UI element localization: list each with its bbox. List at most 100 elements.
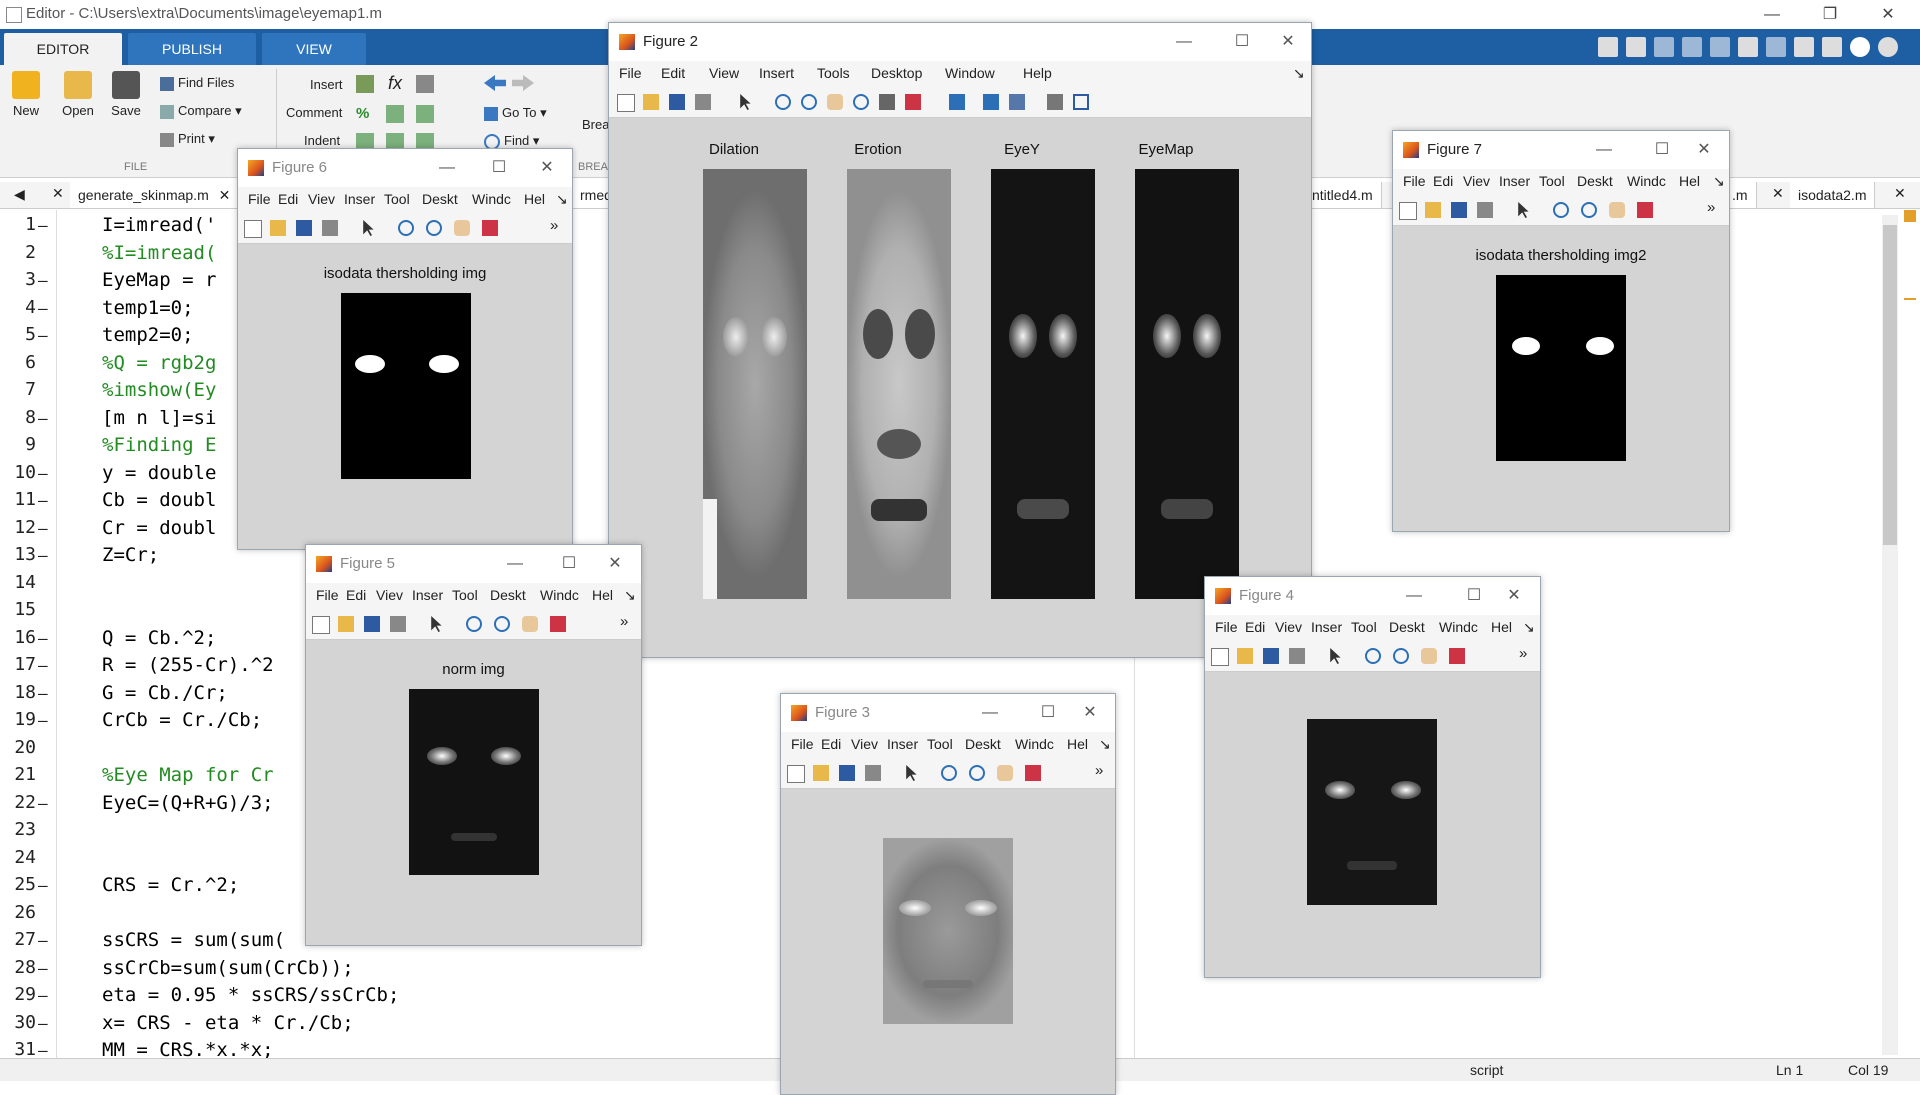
copy-icon[interactable] bbox=[1682, 37, 1702, 57]
figure-4-title-bar[interactable]: Figure 4 — ☐ ✕ bbox=[1205, 577, 1540, 615]
breakpoint-marker[interactable]: – bbox=[38, 959, 48, 978]
print-figure-icon[interactable] bbox=[1289, 648, 1305, 664]
zoom-out-icon[interactable] bbox=[969, 765, 985, 781]
menu-file[interactable]: File bbox=[791, 736, 814, 752]
breakpoint-marker[interactable]: – bbox=[38, 629, 48, 648]
tab-view[interactable]: VIEW bbox=[262, 33, 366, 65]
save-figure-icon[interactable] bbox=[364, 616, 380, 632]
figure-7-title-bar[interactable]: Figure 7 — ☐ ✕ bbox=[1393, 131, 1729, 169]
print-figure-icon[interactable] bbox=[322, 220, 338, 236]
menu-file[interactable]: File bbox=[248, 191, 271, 207]
insert-button[interactable]: Insert bbox=[310, 77, 343, 92]
menu-insert[interactable]: Inser bbox=[887, 736, 918, 752]
pan-hand-icon[interactable] bbox=[454, 220, 470, 236]
paste-icon[interactable] bbox=[1710, 37, 1730, 57]
open-file-icon[interactable] bbox=[270, 220, 286, 236]
close-button[interactable]: ✕ bbox=[524, 149, 570, 187]
new-figure-icon[interactable] bbox=[244, 220, 262, 238]
breakpoint-marker[interactable]: – bbox=[38, 464, 48, 483]
menu-edit[interactable]: Edi bbox=[346, 587, 366, 603]
dock-arrow-icon[interactable]: ↘ bbox=[556, 191, 568, 208]
pan-hand-icon[interactable] bbox=[1609, 202, 1625, 218]
rotate-icon[interactable] bbox=[853, 94, 869, 110]
save-figure-icon[interactable] bbox=[1263, 648, 1279, 664]
dock-arrow-icon[interactable]: ↘ bbox=[1523, 619, 1535, 636]
minimize-button[interactable]: — bbox=[424, 149, 470, 187]
zoom-in-icon[interactable] bbox=[1553, 202, 1569, 218]
menu-view[interactable]: Viev bbox=[1463, 173, 1490, 189]
link-plot-icon[interactable] bbox=[949, 94, 965, 110]
menu-view[interactable]: Viev bbox=[851, 736, 878, 752]
menu-insert[interactable]: Inser bbox=[412, 587, 443, 603]
zoom-out-icon[interactable] bbox=[1581, 202, 1597, 218]
new-figure-icon[interactable] bbox=[1399, 202, 1417, 220]
pointer-icon[interactable] bbox=[1330, 648, 1341, 664]
switch-windows-icon[interactable] bbox=[1794, 37, 1814, 57]
zoom-in-icon[interactable] bbox=[466, 616, 482, 632]
menu-tools[interactable]: Tool bbox=[384, 191, 410, 207]
open-file-icon[interactable] bbox=[1425, 202, 1441, 218]
breakpoint-marker[interactable]: – bbox=[38, 931, 48, 950]
legend-icon[interactable] bbox=[1009, 94, 1025, 110]
menu-tools[interactable]: Tool bbox=[452, 587, 478, 603]
more-tools-icon[interactable]: » bbox=[1519, 645, 1535, 662]
menu-desktop[interactable]: Deskt bbox=[1389, 619, 1425, 635]
dock-arrow-icon[interactable]: ↘ bbox=[624, 587, 636, 604]
zoom-out-icon[interactable] bbox=[801, 94, 817, 110]
comment-icon[interactable]: % bbox=[356, 105, 369, 122]
menu-edit[interactable]: Edi bbox=[278, 191, 298, 207]
new-figure-icon[interactable] bbox=[312, 616, 330, 634]
minimize-button[interactable]: — bbox=[967, 694, 1013, 732]
brush-icon[interactable] bbox=[1025, 765, 1041, 781]
maximize-button[interactable]: ☐ bbox=[1219, 23, 1265, 61]
layout-icon[interactable] bbox=[1598, 37, 1618, 57]
breakpoint-marker[interactable]: – bbox=[38, 216, 48, 235]
new-figure-icon[interactable] bbox=[1211, 648, 1229, 666]
insert-section-icon[interactable] bbox=[356, 75, 374, 93]
menu-file[interactable]: File bbox=[1215, 619, 1238, 635]
menu-view[interactable]: View bbox=[709, 65, 739, 81]
figure-5-title-bar[interactable]: Figure 5 — ☐ ✕ bbox=[306, 545, 641, 583]
brush-icon[interactable] bbox=[550, 616, 566, 632]
save-icon[interactable] bbox=[1626, 37, 1646, 57]
more-tools-icon[interactable]: » bbox=[1095, 762, 1111, 779]
menu-desktop[interactable]: Desktop bbox=[871, 65, 922, 81]
maximize-button[interactable]: ☐ bbox=[1025, 694, 1071, 732]
compare-button[interactable]: Compare ▾ bbox=[160, 103, 242, 119]
menu-insert[interactable]: Inser bbox=[1311, 619, 1342, 635]
find-files-button[interactable]: Find Files bbox=[160, 75, 234, 91]
open-button[interactable]: Open bbox=[60, 71, 96, 118]
menu-help[interactable]: Hel bbox=[592, 587, 613, 603]
menu-tools[interactable]: Tool bbox=[1539, 173, 1565, 189]
minimize-button[interactable]: — bbox=[492, 545, 538, 583]
minimize-button[interactable]: — bbox=[1391, 577, 1437, 615]
pan-hand-icon[interactable] bbox=[522, 616, 538, 632]
menu-desktop[interactable]: Deskt bbox=[490, 587, 526, 603]
close-button[interactable]: ✕ bbox=[1681, 131, 1727, 169]
breakpoint-marker[interactable]: – bbox=[38, 876, 48, 895]
brush-icon[interactable] bbox=[1449, 648, 1465, 664]
hide-plot-tools-icon[interactable] bbox=[1047, 94, 1063, 110]
menu-insert[interactable]: Inser bbox=[1499, 173, 1530, 189]
pan-hand-icon[interactable] bbox=[1421, 648, 1437, 664]
maximize-button[interactable]: ☐ bbox=[1639, 131, 1685, 169]
menu-file[interactable]: File bbox=[316, 587, 339, 603]
menu-insert[interactable]: Inser bbox=[344, 191, 375, 207]
print-button[interactable]: Print ▾ bbox=[160, 131, 215, 147]
show-plot-tools-icon[interactable] bbox=[1073, 94, 1089, 110]
menu-tools[interactable]: Tool bbox=[1351, 619, 1377, 635]
breakpoints-button[interactable]: Brea bbox=[582, 117, 609, 132]
breakpoint-marker[interactable]: – bbox=[38, 299, 48, 318]
figure-2-title-bar[interactable]: Figure 2 — ☐ ✕ bbox=[609, 23, 1311, 61]
tab-scroll-left-icon[interactable]: ◀ bbox=[14, 186, 25, 203]
brush-icon[interactable] bbox=[1637, 202, 1653, 218]
help-icon[interactable] bbox=[1850, 37, 1870, 57]
back-arrow-icon[interactable] bbox=[484, 75, 506, 91]
menu-view[interactable]: Viev bbox=[308, 191, 335, 207]
more-tools-icon[interactable]: » bbox=[620, 613, 636, 630]
menu-window[interactable]: Windc bbox=[1015, 736, 1054, 752]
print-figure-icon[interactable] bbox=[695, 94, 711, 110]
tab-close-icon[interactable]: ✕ bbox=[52, 185, 64, 202]
menu-tools[interactable]: Tool bbox=[927, 736, 953, 752]
minimize-button[interactable]: — bbox=[1161, 23, 1207, 61]
